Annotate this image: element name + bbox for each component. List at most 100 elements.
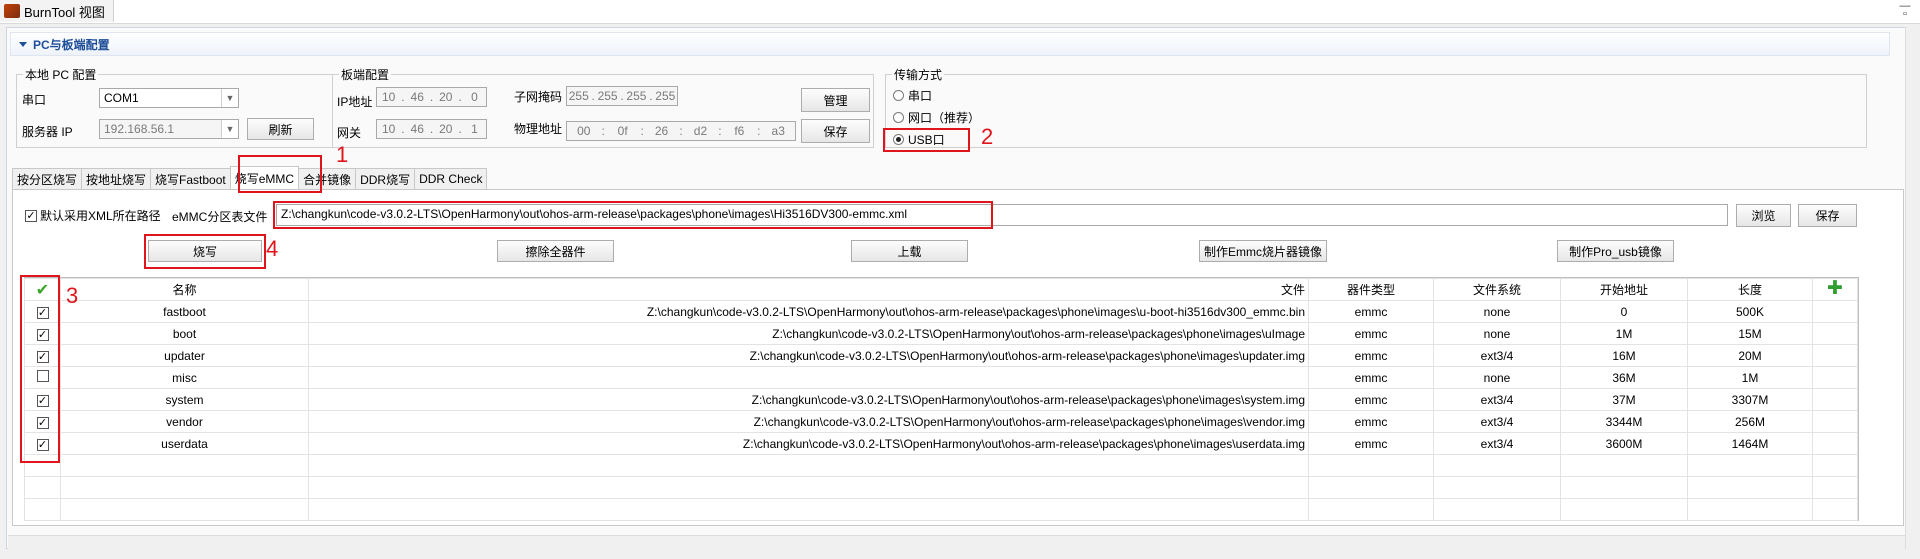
cell-empty: [1812, 388, 1858, 411]
cell-device-type: [1308, 454, 1434, 477]
ip-octet: 0: [471, 90, 478, 104]
table-row[interactable]: ✓ system Z:\changkun\code-v3.0.2-LTS\OpenH…: [24, 388, 1858, 411]
annotation-number-2: 2: [981, 124, 994, 149]
gateway-octet: 20: [439, 122, 453, 136]
annotation-box-3: [20, 275, 60, 463]
cell-file: [308, 476, 1309, 499]
cell-file: Z:\changkun\code-v3.0.2-LTS\OpenHarmony\…: [308, 432, 1309, 455]
cell-length: 256M: [1687, 410, 1813, 433]
table-row[interactable]: [24, 476, 1858, 499]
row-checkbox[interactable]: [24, 498, 61, 521]
manage-button[interactable]: 管理: [801, 88, 870, 112]
cell-start-address: 37M: [1560, 388, 1688, 411]
cell-length: 15M: [1687, 322, 1813, 345]
row-checkbox[interactable]: [24, 476, 61, 499]
cell-start-address: [1560, 454, 1688, 477]
mask-octet: 255: [568, 89, 589, 103]
column-header-name[interactable]: 名称: [60, 278, 309, 301]
cell-device-type: emmc: [1308, 432, 1434, 455]
table-row[interactable]: ✓ boot Z:\changkun\code-v3.0.2-LTS\OpenHar…: [24, 322, 1858, 345]
column-header-filesystem[interactable]: 文件系统: [1433, 278, 1561, 301]
gateway-octet: 46: [410, 122, 424, 136]
browse-button[interactable]: 浏览: [1736, 204, 1791, 227]
mac-byte: a3: [771, 124, 785, 138]
annotation-box-path: [273, 201, 993, 229]
gateway-field[interactable]: 10. 46. 20. 1: [376, 119, 487, 139]
window-controls[interactable]: — ▫: [1898, 1, 1912, 20]
tab-ddr-burn[interactable]: DDR烧写: [355, 168, 416, 189]
column-header-start-address[interactable]: 开始地址: [1560, 278, 1688, 301]
cell-device-type: emmc: [1308, 300, 1434, 323]
table-row[interactable]: ✓ updater Z:\changkun\code-v3.0.2-LTS\Open…: [24, 344, 1858, 367]
chevron-down-icon[interactable]: ▼: [221, 120, 238, 138]
server-ip-value: 192.168.56.1: [104, 122, 175, 136]
cell-length: [1687, 498, 1813, 521]
cell-name: boot: [60, 322, 309, 345]
cell-length: 3307M: [1687, 388, 1813, 411]
server-ip-select[interactable]: 192.168.56.1 ▼: [99, 119, 239, 139]
port-select[interactable]: COM1 ▼: [99, 88, 239, 108]
default-xml-checkbox[interactable]: ✓: [25, 209, 37, 222]
mask-octet: 255: [626, 89, 647, 103]
transfer-mode-legend: 传输方式: [894, 68, 943, 82]
tab-address-burn[interactable]: 按地址烧写: [81, 168, 152, 189]
mac-byte: 0f: [617, 124, 628, 138]
radio-network-label: 网口（推荐）: [908, 111, 981, 125]
make-pro-usb-image-button[interactable]: 制作Pro_usb镜像: [1557, 240, 1674, 262]
cell-file: [308, 454, 1309, 477]
mac-byte: f6: [734, 124, 745, 138]
column-header-file[interactable]: 文件: [308, 278, 1309, 301]
cell-length: 1M: [1687, 366, 1813, 389]
annotation-box-1: [238, 155, 322, 193]
table-row[interactable]: ✓ vendor Z:\changkun\code-v3.0.2-LTS\OpenH…: [24, 410, 1858, 433]
collapse-triangle-icon[interactable]: [19, 41, 27, 47]
ip-octet: 20: [439, 90, 453, 104]
cell-start-address: 3344M: [1560, 410, 1688, 433]
cell-name: system: [60, 388, 309, 411]
ip-octet: 10: [381, 90, 396, 104]
cell-length: 1464M: [1687, 432, 1813, 455]
server-ip-label: 服务器 IP: [22, 125, 73, 139]
refresh-button[interactable]: 刷新: [247, 118, 314, 140]
tab-fastboot-burn[interactable]: 烧写Fastboot: [150, 168, 231, 189]
radio-button[interactable]: [893, 112, 904, 123]
view-tab[interactable]: BurnTool 视图: [0, 0, 114, 22]
radio-button[interactable]: [893, 90, 904, 101]
tab-partition-burn[interactable]: 按分区烧写: [12, 168, 83, 189]
make-emmc-image-button[interactable]: 制作Emmc烧片器镜像: [1199, 240, 1327, 262]
cell-length: 500K: [1687, 300, 1813, 323]
column-header-length[interactable]: 长度: [1687, 278, 1813, 301]
cell-filesystem: [1433, 498, 1561, 521]
mac-address-field[interactable]: 00: 0f: 26: d2: f6: a3: [566, 121, 796, 141]
table-row[interactable]: ✓ userdata Z:\changkun\code-v3.0.2-LTS\Ope…: [24, 432, 1858, 455]
annotation-box-2: [883, 128, 970, 152]
cell-empty: [1812, 366, 1858, 389]
cell-name: fastboot: [60, 300, 309, 323]
erase-all-button[interactable]: 擦除全器件: [497, 240, 614, 262]
table-row[interactable]: [24, 454, 1858, 477]
table-row[interactable]: [24, 498, 1858, 521]
xml-save-button[interactable]: 保存: [1798, 204, 1857, 227]
chevron-down-icon[interactable]: ▼: [221, 89, 238, 107]
section-header[interactable]: PC与板端配置: [10, 32, 1890, 56]
cell-start-address: [1560, 498, 1688, 521]
cell-device-type: emmc: [1308, 322, 1434, 345]
subnet-mask-field[interactable]: 255. 255. 255. 255: [566, 86, 678, 106]
default-xml-checkbox-row[interactable]: ✓ 默认采用XML所在路径: [25, 207, 161, 224]
radio-network[interactable]: 网口（推荐）: [893, 109, 980, 126]
tab-ddr-check[interactable]: DDR Check: [414, 168, 488, 189]
upload-button[interactable]: 上载: [851, 240, 968, 262]
ip-address-field[interactable]: 10. 46. 20. 0: [376, 87, 487, 107]
cell-length: [1687, 454, 1813, 477]
horizontal-scrollbar[interactable]: [8, 535, 1905, 551]
add-row-plus-icon[interactable]: ✚: [1812, 278, 1858, 301]
cell-start-address: 0: [1560, 300, 1688, 323]
table-row[interactable]: ✓ fastboot Z:\changkun\code-v3.0.2-LTS\Ope…: [24, 300, 1858, 323]
table-row[interactable]: misc emmc none 36M 1M: [24, 366, 1858, 389]
cell-filesystem: ext3/4: [1433, 344, 1561, 367]
vertical-scrollbar[interactable]: [1905, 27, 1920, 549]
radio-serial[interactable]: 串口: [893, 87, 932, 104]
column-header-device-type[interactable]: 器件类型: [1308, 278, 1434, 301]
cell-filesystem: none: [1433, 300, 1561, 323]
board-save-button[interactable]: 保存: [801, 119, 870, 143]
